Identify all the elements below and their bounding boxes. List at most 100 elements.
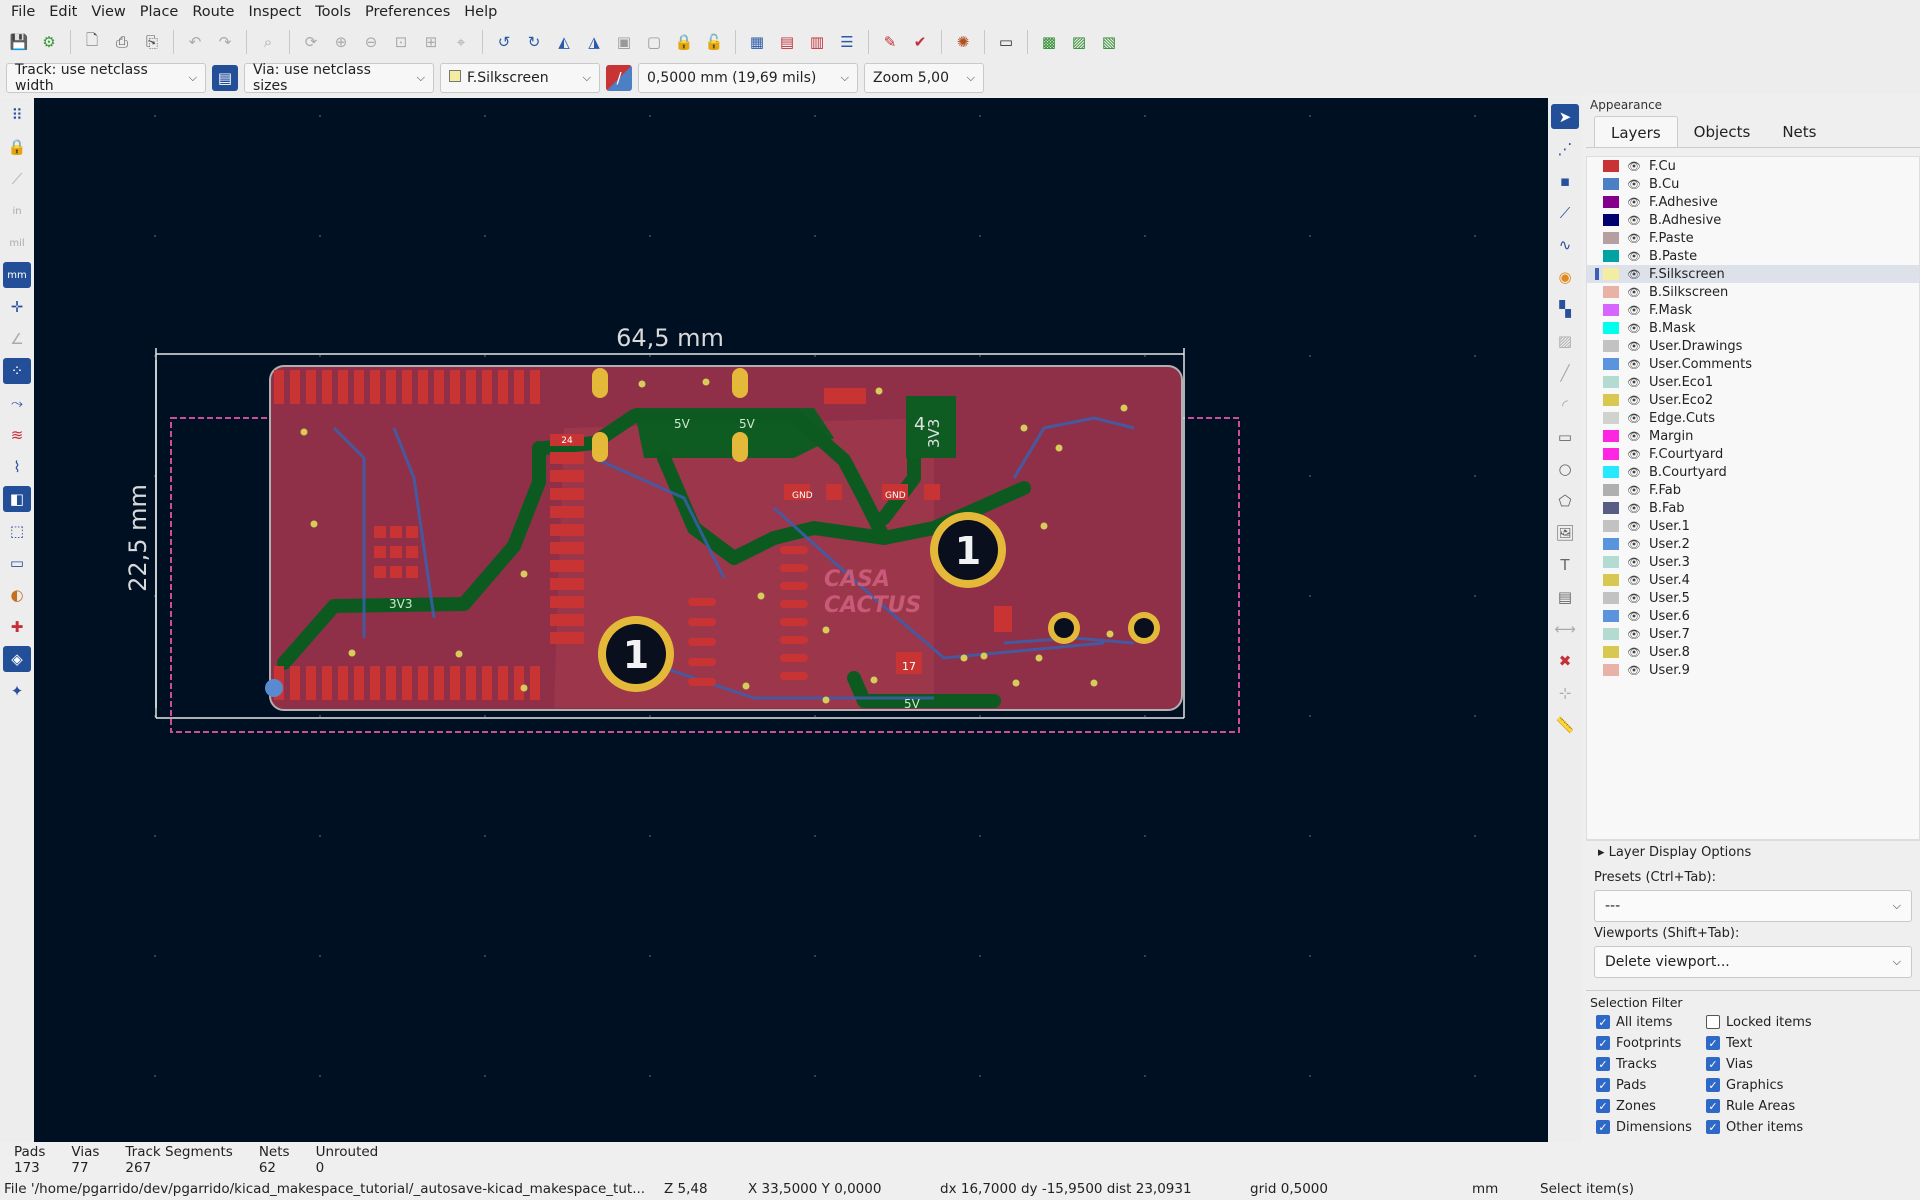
angle-snap-icon[interactable]: ∠ [3,326,31,352]
layer-row[interactable]: 👁 F.Adhesive [1587,193,1919,211]
layer-pair-icon[interactable]: / [606,65,632,91]
drc-lock-icon[interactable]: 🔒 [3,134,31,160]
refresh-icon[interactable]: ⟳ [298,29,324,55]
netlist-icon[interactable]: ▦ [744,29,770,55]
zoom-select[interactable]: Zoom 5,00 ⌵ [864,63,984,93]
layer-color-swatch[interactable] [1603,376,1619,388]
grid-origin-icon[interactable]: ⊹ [1551,680,1579,705]
draw-polygon-icon[interactable]: ⬠ [1551,488,1579,513]
mm-units-icon[interactable]: mm [3,262,31,288]
presets-select[interactable]: --- ⌵ [1594,890,1912,922]
visibility-eye-icon[interactable]: 👁 [1627,592,1641,605]
visibility-eye-icon[interactable]: 👁 [1627,322,1641,335]
layer-row[interactable]: 👁 F.Fab [1587,481,1919,499]
layer-row[interactable]: 👁 B.Fab [1587,499,1919,517]
menu-place[interactable]: Place [133,0,186,24]
layer-color-swatch[interactable] [1603,340,1619,352]
visibility-eye-icon[interactable]: 👁 [1627,484,1641,497]
layer-color-swatch[interactable] [1603,520,1619,532]
tab-nets[interactable]: Nets [1766,116,1832,147]
menu-help[interactable]: Help [457,0,504,24]
visibility-eye-icon[interactable]: 👁 [1627,574,1641,587]
checkbox[interactable]: ✓ [1596,1036,1610,1050]
pad-sketch-icon[interactable]: ◧ [3,486,31,512]
zoom-out-icon[interactable]: ⊖ [358,29,384,55]
visibility-eye-icon[interactable]: 👁 [1627,610,1641,623]
checkbox[interactable]: ✓ [1596,1015,1610,1029]
layer-color-swatch[interactable] [1603,394,1619,406]
filter-item[interactable]: ✓ Pads [1596,1076,1706,1094]
track-sketch-icon[interactable]: ▭ [3,550,31,576]
layer-row[interactable]: 👁 User.6 [1587,607,1919,625]
pcb-canvas[interactable]: 64,5 mm 22,5 mm 24 4 3V3 5V 5V 3V3 5V GN… [34,98,1548,1142]
layer-row[interactable]: 👁 F.Cu [1587,157,1919,175]
layer-color-swatch[interactable] [1603,628,1619,640]
layer-color-swatch[interactable] [1603,250,1619,262]
route-track-icon[interactable]: ⟋ [1551,200,1579,225]
rf-plugin-icon[interactable]: ▨ [1066,29,1092,55]
filter-item[interactable]: Locked items [1706,1013,1906,1031]
layer-row[interactable]: 👁 User.Eco1 [1587,373,1919,391]
checkbox[interactable]: ✓ [1706,1120,1720,1134]
track-width-select[interactable]: Track: use netclass width ⌵ [6,62,206,94]
print-icon[interactable]: ⎙ [109,29,135,55]
checkbox[interactable]: ✓ [1706,1099,1720,1113]
flip-icon[interactable]: ◭ [551,29,577,55]
cursor-shape-icon[interactable]: ✛ [3,294,31,320]
filter-item[interactable]: ✓ Footprints [1596,1034,1706,1052]
checkbox[interactable]: ✓ [1596,1099,1610,1113]
ratsnest-icon[interactable]: ⁘ [3,358,31,384]
filter-item[interactable]: ✓ Rule Areas [1706,1097,1906,1115]
filter-item[interactable]: ✓ Tracks [1596,1055,1706,1073]
inch-units-icon[interactable]: in [3,198,31,224]
tab-objects[interactable]: Objects [1678,116,1767,147]
rotate-ccw-icon[interactable]: ↺ [491,29,517,55]
add-footprint-icon[interactable]: ▪ [1551,168,1579,193]
draw-rectangle-icon[interactable]: ▭ [1551,424,1579,449]
layer-row[interactable]: 👁 F.Mask [1587,301,1919,319]
layer-color-swatch[interactable] [1603,286,1619,298]
local-ratsnest-icon[interactable]: ⋰ [1551,136,1579,161]
footprint-browser-icon[interactable]: ▥ [804,29,830,55]
visibility-eye-icon[interactable]: 👁 [1627,502,1641,515]
filter-item[interactable]: ✓ Zones [1596,1097,1706,1115]
tune-length-icon[interactable]: ∿ [1551,232,1579,257]
layer-color-swatch[interactable] [1603,484,1619,496]
plot-icon[interactable]: ⎘ [139,29,165,55]
layer-row[interactable]: 👁 User.1 [1587,517,1919,535]
add-textbox-icon[interactable]: ▤ [1551,584,1579,609]
layers-manager-icon[interactable]: ◈ [3,646,31,672]
visibility-eye-icon[interactable]: 👁 [1627,538,1641,551]
board-setup-icon[interactable]: ⚙ [36,29,62,55]
plugin-icon[interactable]: ✺ [950,29,976,55]
layer-color-swatch[interactable] [1603,178,1619,190]
layer-color-swatch[interactable] [1603,466,1619,478]
update-pcb-icon[interactable]: ☰ [834,29,860,55]
layer-color-swatch[interactable] [1603,574,1619,586]
mil-units-icon[interactable]: mil [3,230,31,256]
layer-select[interactable]: F.Silkscreen ⌵ [440,63,600,93]
via-sketch-icon[interactable]: ⬚ [3,518,31,544]
visibility-eye-icon[interactable]: 👁 [1627,448,1641,461]
layer-color-swatch[interactable] [1603,232,1619,244]
visibility-eye-icon[interactable]: 👁 [1627,340,1641,353]
rule-area-icon[interactable]: ▨ [1551,328,1579,353]
layer-row[interactable]: 👁 User.8 [1587,643,1919,661]
net-color-icon[interactable]: ✚ [3,614,31,640]
via-size-select[interactable]: Via: use netclass sizes ⌵ [244,62,434,94]
layer-color-swatch[interactable] [1603,214,1619,226]
layer-row[interactable]: 👁 F.Paste [1587,229,1919,247]
viewports-select[interactable]: Delete viewport... ⌵ [1594,946,1912,978]
layer-row[interactable]: 👁 B.Adhesive [1587,211,1919,229]
select-tool-icon[interactable]: ➤ [1551,104,1579,129]
layer-color-swatch[interactable] [1603,196,1619,208]
checkbox[interactable]: ✓ [1596,1057,1610,1071]
visibility-eye-icon[interactable]: 👁 [1627,628,1641,641]
layer-color-swatch[interactable] [1603,448,1619,460]
zoom-objects-icon[interactable]: ⊞ [418,29,444,55]
layer-color-swatch[interactable] [1603,592,1619,604]
layer-color-swatch[interactable] [1603,412,1619,424]
layer-color-swatch[interactable] [1603,268,1619,280]
checkbox[interactable] [1706,1015,1720,1029]
layer-color-swatch[interactable] [1603,502,1619,514]
